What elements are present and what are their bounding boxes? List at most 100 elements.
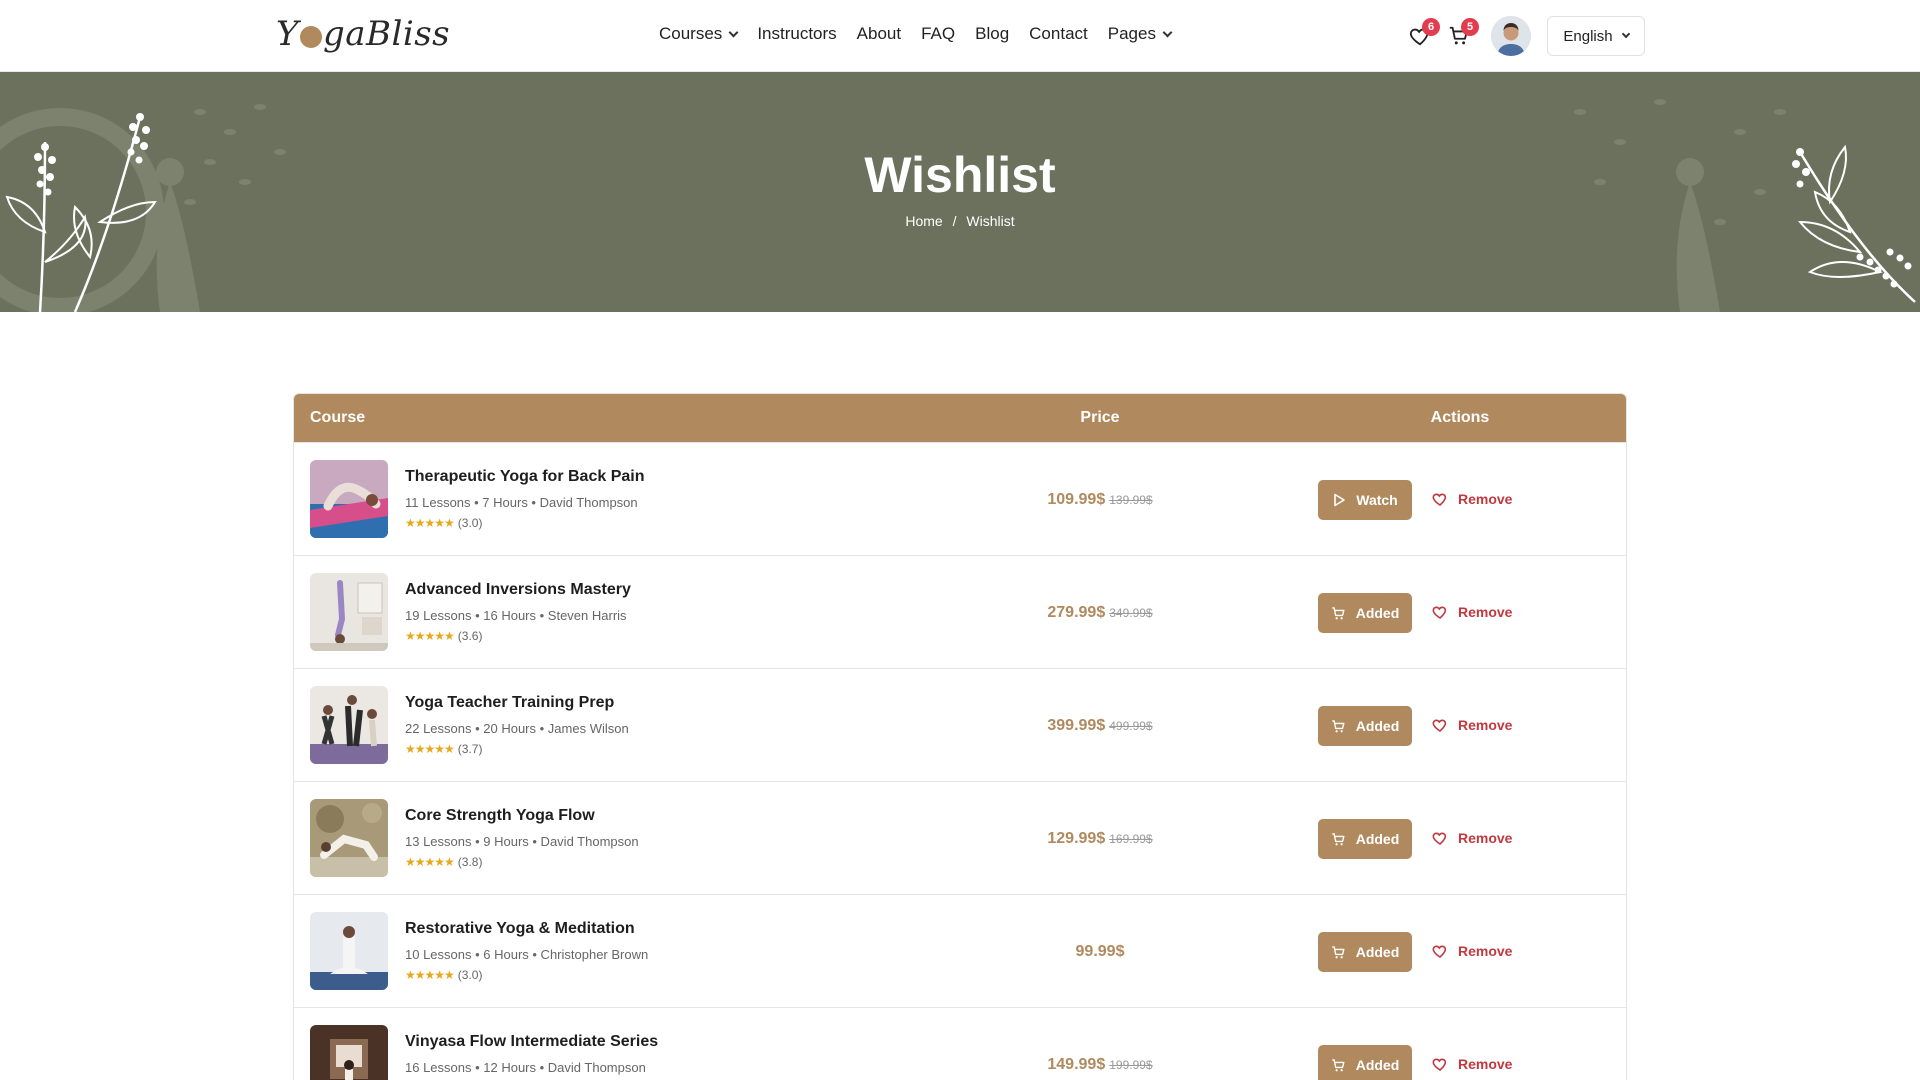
watch-button[interactable]: Watch bbox=[1318, 480, 1412, 520]
site-header: YgaBliss Courses Instructors About FAQ B… bbox=[0, 0, 1920, 72]
course-thumbnail[interactable] bbox=[310, 912, 388, 990]
course-price: 399.99$ 499.99$ bbox=[1047, 717, 1153, 734]
table-row: Restorative Yoga & Meditation 10 Lessons… bbox=[294, 894, 1626, 1007]
wishlist-button[interactable]: 6 bbox=[1406, 18, 1440, 50]
star-rating-icon: ★★★★★ bbox=[405, 629, 455, 643]
course-image-icon bbox=[310, 799, 388, 877]
remove-button[interactable]: Remove bbox=[1432, 943, 1512, 959]
added-to-cart-button[interactable]: Added bbox=[1318, 1045, 1412, 1080]
heart-icon bbox=[1432, 493, 1447, 506]
breadcrumb-current: Wishlist bbox=[966, 213, 1015, 229]
star-rating-icon: ★★★★★ bbox=[405, 855, 455, 869]
course-thumbnail[interactable] bbox=[310, 460, 388, 538]
remove-button[interactable]: Remove bbox=[1432, 604, 1512, 620]
course-thumbnail[interactable] bbox=[310, 799, 388, 877]
course-title[interactable]: Vinyasa Flow Intermediate Series bbox=[405, 1033, 658, 1051]
heart-icon bbox=[1432, 945, 1447, 958]
added-to-cart-button[interactable]: Added bbox=[1318, 593, 1412, 633]
course-meta: 13 Lessons • 9 Hours • David Thompson bbox=[405, 834, 639, 849]
added-to-cart-button[interactable]: Added bbox=[1318, 932, 1412, 972]
course-rating: ★★★★★ (3.7) bbox=[405, 742, 483, 756]
course-meta: 10 Lessons • 6 Hours • Christopher Brown bbox=[405, 947, 649, 962]
course-meta: 16 Lessons • 12 Hours • David Thompson bbox=[405, 1060, 646, 1075]
breadcrumb-separator: / bbox=[952, 213, 957, 229]
course-thumbnail[interactable] bbox=[310, 573, 388, 651]
course-title[interactable]: Core Strength Yoga Flow bbox=[405, 807, 595, 825]
logo-mark-icon bbox=[299, 26, 322, 48]
heart-icon bbox=[1432, 832, 1447, 845]
added-to-cart-button[interactable]: Added bbox=[1318, 819, 1412, 859]
added-to-cart-button[interactable]: Added bbox=[1318, 706, 1412, 746]
star-rating-icon: ★★★★★ bbox=[405, 516, 455, 530]
course-image-icon bbox=[310, 912, 388, 990]
play-icon bbox=[1334, 493, 1346, 507]
logo[interactable]: YgaBliss bbox=[276, 14, 450, 54]
course-meta: 11 Lessons • 7 Hours • David Thompson bbox=[405, 495, 638, 510]
course-meta: 22 Lessons • 20 Hours • James Wilson bbox=[405, 721, 629, 736]
course-title[interactable]: Advanced Inversions Mastery bbox=[405, 581, 631, 599]
breadcrumb: Home / Wishlist bbox=[0, 213, 1920, 229]
nav-pages[interactable]: Pages bbox=[1108, 24, 1173, 44]
column-header-course: Course bbox=[310, 409, 366, 426]
course-meta: 19 Lessons • 16 Hours • Steven Harris bbox=[405, 608, 627, 623]
table-header: Course Price Actions bbox=[294, 394, 1626, 442]
course-image-icon bbox=[310, 460, 388, 538]
cart-icon bbox=[1331, 719, 1345, 732]
table-row: Yoga Teacher Training Prep 22 Lessons • … bbox=[294, 668, 1626, 781]
main-nav: Courses Instructors About FAQ Blog Conta… bbox=[659, 24, 1173, 44]
breadcrumb-home-link[interactable]: Home bbox=[905, 213, 942, 229]
column-header-price: Price bbox=[1080, 409, 1120, 426]
star-rating-icon: ★★★★★ bbox=[405, 968, 455, 982]
column-header-actions: Actions bbox=[1430, 409, 1490, 426]
star-rating-icon: ★★★★★ bbox=[405, 742, 455, 756]
nav-blog[interactable]: Blog bbox=[975, 24, 1009, 44]
heart-icon bbox=[1432, 606, 1447, 619]
course-price: 109.99$ 139.99$ bbox=[1047, 491, 1153, 508]
course-thumbnail[interactable] bbox=[310, 686, 388, 764]
remove-button[interactable]: Remove bbox=[1432, 1056, 1512, 1072]
cart-icon bbox=[1331, 606, 1345, 619]
course-thumbnail[interactable] bbox=[310, 1025, 388, 1080]
nav-contact[interactable]: Contact bbox=[1029, 24, 1088, 44]
nav-faq[interactable]: FAQ bbox=[921, 24, 955, 44]
wishlist-table: Course Price Actions Therapeutic Yoga fo… bbox=[293, 393, 1627, 1080]
course-price: 149.99$ 199.99$ bbox=[1047, 1056, 1153, 1073]
chevron-down-icon bbox=[1621, 29, 1630, 39]
course-image-icon bbox=[310, 573, 388, 651]
cart-count-badge: 5 bbox=[1461, 18, 1479, 36]
cart-button[interactable]: 5 bbox=[1445, 18, 1479, 50]
wishlist-count-badge: 6 bbox=[1422, 18, 1440, 36]
page-title: Wishlist bbox=[864, 147, 1056, 203]
course-rating: ★★★★★ (3.0) bbox=[405, 516, 483, 530]
course-price: 129.99$ 169.99$ bbox=[1047, 830, 1153, 847]
course-price: 99.99$ bbox=[1075, 943, 1125, 960]
table-row: Vinyasa Flow Intermediate Series 16 Less… bbox=[294, 1007, 1626, 1080]
heart-icon bbox=[1432, 1058, 1447, 1071]
cart-icon bbox=[1331, 1058, 1345, 1071]
nav-about[interactable]: About bbox=[857, 24, 901, 44]
course-image-icon bbox=[310, 1025, 388, 1080]
page-hero: Wishlist Home / Wishlist bbox=[0, 72, 1920, 312]
table-row: Advanced Inversions Mastery 19 Lessons •… bbox=[294, 555, 1626, 668]
chevron-down-icon bbox=[728, 27, 739, 37]
remove-button[interactable]: Remove bbox=[1432, 830, 1512, 846]
chevron-down-icon bbox=[1162, 27, 1173, 37]
remove-button[interactable]: Remove bbox=[1432, 717, 1512, 733]
course-rating: ★★★★★ (3.6) bbox=[405, 629, 483, 643]
course-title[interactable]: Yoga Teacher Training Prep bbox=[405, 694, 614, 712]
course-title[interactable]: Restorative Yoga & Meditation bbox=[405, 920, 635, 938]
cart-icon bbox=[1331, 945, 1345, 958]
course-image-icon bbox=[310, 686, 388, 764]
table-row: Core Strength Yoga Flow 13 Lessons • 9 H… bbox=[294, 781, 1626, 894]
heart-icon bbox=[1432, 719, 1447, 732]
language-select[interactable]: English bbox=[1547, 16, 1645, 56]
user-avatar[interactable] bbox=[1491, 16, 1531, 56]
cart-icon bbox=[1331, 832, 1345, 845]
course-title[interactable]: Therapeutic Yoga for Back Pain bbox=[405, 468, 644, 486]
remove-button[interactable]: Remove bbox=[1432, 491, 1512, 507]
nav-instructors[interactable]: Instructors bbox=[757, 24, 836, 44]
nav-courses[interactable]: Courses bbox=[659, 24, 739, 44]
course-rating: ★★★★★ (3.8) bbox=[405, 855, 483, 869]
course-rating: ★★★★★ (3.0) bbox=[405, 968, 483, 982]
table-row: Therapeutic Yoga for Back Pain 11 Lesson… bbox=[294, 442, 1626, 555]
